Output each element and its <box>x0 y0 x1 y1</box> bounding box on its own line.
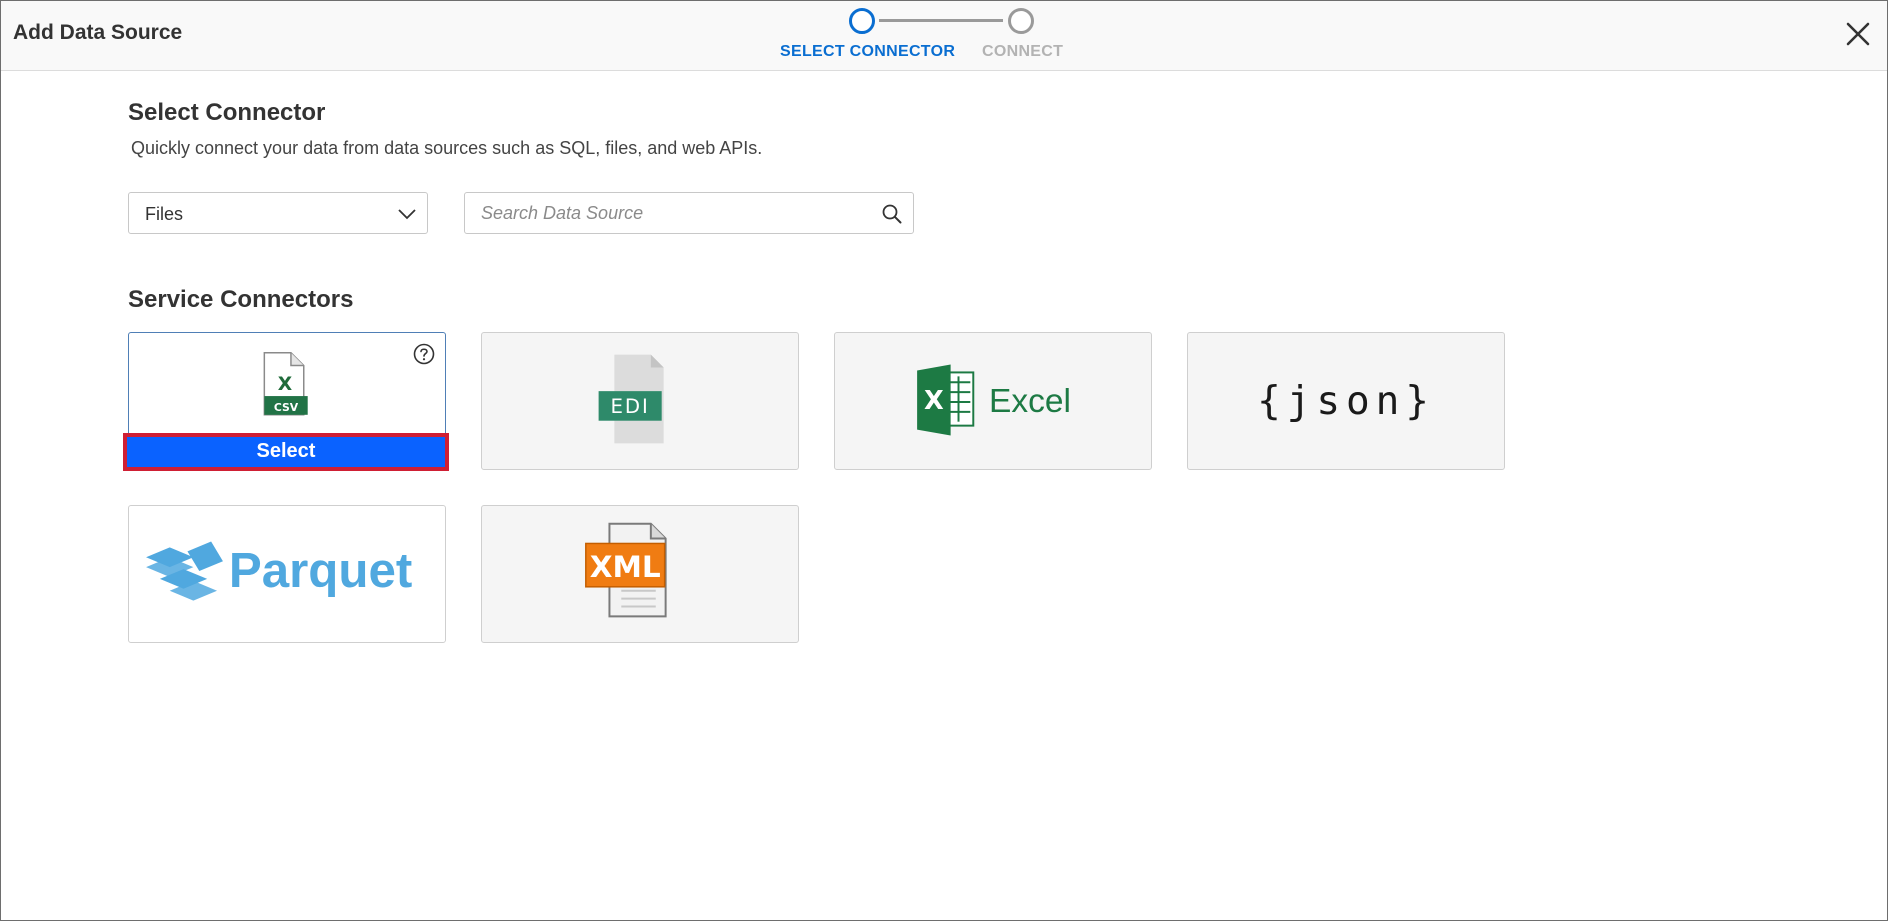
page-title: Select Connector <box>128 99 326 126</box>
chevron-down-icon <box>398 209 416 220</box>
csv-icon-mark: X <box>278 374 293 395</box>
connector-card-parquet[interactable]: Parquet <box>128 505 446 643</box>
step-select-connector-indicator <box>849 8 875 34</box>
step-select-connector-label: SELECT CONNECTOR <box>780 43 956 60</box>
help-icon[interactable] <box>413 343 435 365</box>
connector-card-xml[interactable]: XML <box>481 505 799 643</box>
json-logo-text: {json} <box>1257 378 1435 424</box>
category-select[interactable]: Files <box>128 192 428 234</box>
search-input[interactable] <box>481 201 861 225</box>
edi-badge: EDI <box>610 395 649 418</box>
connector-card-csv[interactable]: X CSV Select <box>123 332 449 471</box>
select-button[interactable]: Select <box>123 433 449 471</box>
connector-card-edi[interactable]: EDI <box>481 332 799 470</box>
edi-file-icon: EDI <box>598 354 664 444</box>
parquet-logo-icon: Parquet <box>146 541 412 601</box>
service-connectors-heading: Service Connectors <box>128 286 354 313</box>
xml-badge: XML <box>590 550 661 584</box>
search-icon[interactable] <box>881 203 903 225</box>
search-box <box>464 192 914 234</box>
category-select-value: Files <box>145 204 184 224</box>
close-button[interactable] <box>1843 19 1873 49</box>
close-icon <box>1846 22 1870 46</box>
step-connect-label: CONNECT <box>982 43 1064 60</box>
stepper: SELECT CONNECTOR CONNECT <box>1 1 1887 71</box>
connector-card-json[interactable]: {json} <box>1187 332 1505 470</box>
page-subtitle: Quickly connect your data from data sour… <box>131 138 763 158</box>
step-connector-line <box>879 19 1003 22</box>
dialog-header: Add Data Source SELECT CONNECTOR CONNECT <box>1 1 1887 71</box>
excel-logo-mark: X <box>924 386 944 416</box>
xml-file-icon: XML <box>585 522 667 618</box>
csv-badge: CSV <box>274 401 299 414</box>
connector-card-excel[interactable]: X Excel <box>834 332 1152 470</box>
add-data-source-dialog: Add Data Source SELECT CONNECTOR CONNECT… <box>0 0 1888 921</box>
step-connect-indicator <box>1008 8 1034 34</box>
excel-logo-icon: X Excel <box>917 364 1071 436</box>
excel-logo-text: Excel <box>989 383 1071 420</box>
json-logo-icon: {json} <box>1257 378 1435 424</box>
parquet-logo-text: Parquet <box>229 543 412 598</box>
